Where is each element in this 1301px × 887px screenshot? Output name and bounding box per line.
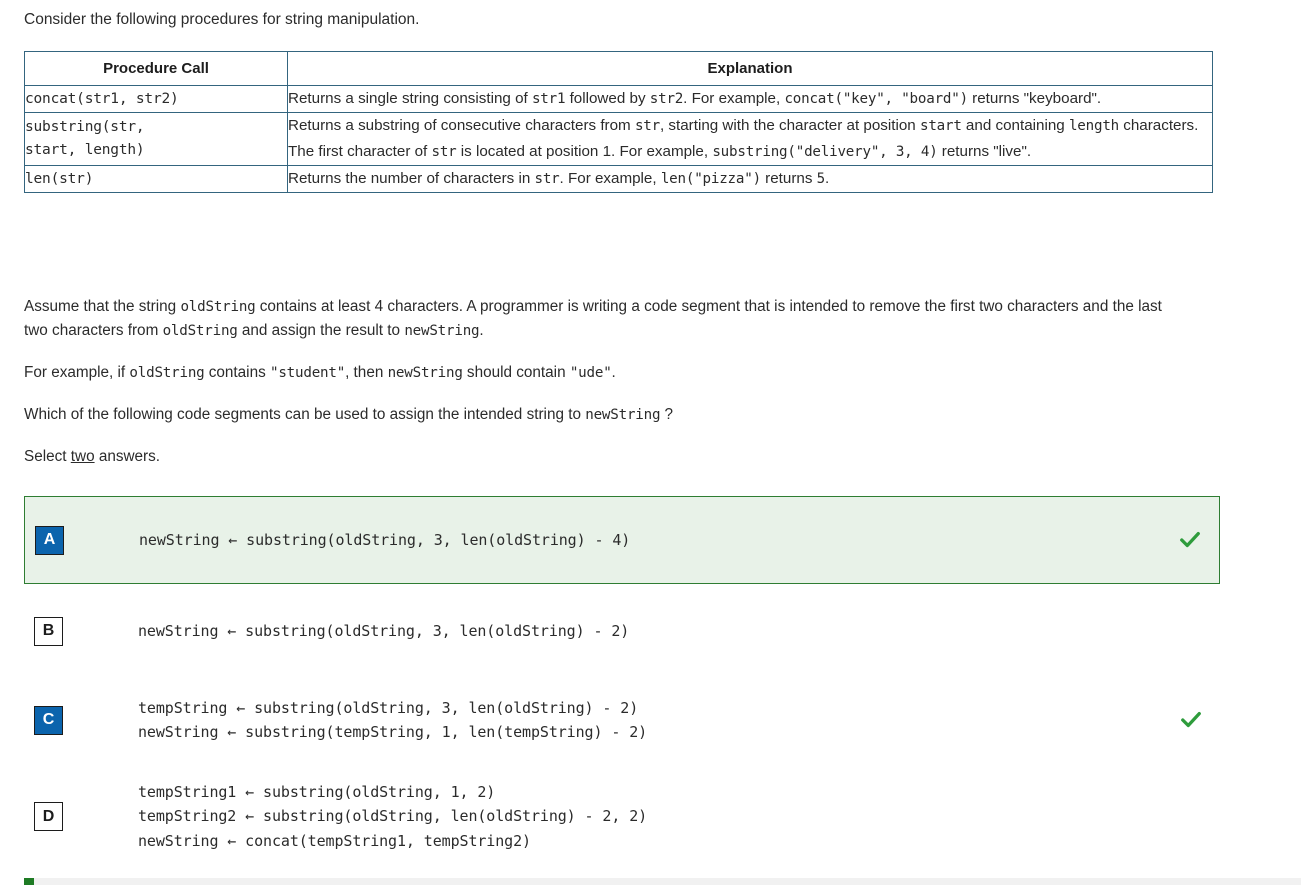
explanation-text: followed by [565,90,650,107]
explanation-text: , starting with the character at positio… [659,117,920,134]
select-text-2: answers. [94,448,161,465]
explanation-code: 5 [816,171,826,187]
question-page: Consider the following procedures for st… [0,0,1301,887]
choice-badge-a[interactable]: A [35,525,64,555]
explanation-text: Returns a single string consisting of [288,90,532,107]
answer-choice-b[interactable]: BnewString ← substring(oldString, 3, len… [24,604,1220,658]
choice-badge-c[interactable]: C [34,705,63,735]
explanation-code: len("pizza") [660,171,761,187]
explanation-cell: Returns a single string consisting of st… [287,85,1213,113]
question-prompt: Which of the following code segments can… [24,403,1184,427]
correct-check-icon [1181,711,1201,728]
example-code-2: "student" [269,365,346,381]
procedure-call-cell: concat(str1, str2) [24,85,288,113]
procedure-call-line: start, length) [25,142,145,158]
explanation-text: and containing [961,117,1069,134]
assume-text-1: Assume that the string [24,298,181,315]
explanation-code: str [634,118,660,134]
choice-code-b: newString ← substring(oldString, 3, len(… [138,621,630,640]
example-text-2: contains [204,364,270,381]
table-row: len(str) Returns the number of characters… [24,165,1213,193]
explanation-text: returns "keyboard". [967,90,1102,107]
explanation-code: str2 [649,91,684,107]
example-text-4: should contain [462,364,570,381]
question-code: newString [585,407,661,423]
table-header-row: Procedure Call Explanation [24,51,1213,86]
explanation-text: Returns the number of characters in [288,170,535,187]
explanation-cell: Returns a substring of consecutive chara… [287,112,1213,166]
assume-code-1: oldString [180,299,256,315]
choice-code-d: tempString1 ← substring(oldString, 1, 2)… [138,782,648,850]
correct-check-icon [1180,531,1200,548]
explanation-text: is located at position 1. For example, [456,143,713,160]
explanation-code: str1 [531,91,566,107]
procedure-call-line: substring(str, [25,119,145,135]
intro-text: Consider the following procedures for st… [24,11,420,28]
example-text-5: . [611,364,616,381]
procedure-call-cell: len(str) [24,165,288,193]
answer-choice-a[interactable]: AnewString ← substring(oldString, 3, len… [24,496,1220,584]
choice-badge-d[interactable]: D [34,802,63,831]
explanation-text: . For example, [683,90,785,107]
answer-choice-c[interactable]: CtempString ← substring(oldString, 3, le… [24,684,1220,756]
explanation-text: Returns a substring of consecutive chara… [288,117,635,134]
explanation-code: str [431,144,457,160]
explanation-cell: Returns the number of characters in str.… [287,165,1213,193]
example-paragraph: For example, if oldString contains "stud… [24,361,1184,385]
table-row: concat(str1, str2) Returns a single strin… [24,85,1213,113]
assume-text-4: . [479,322,484,339]
assume-code-3: newString [404,323,480,339]
column-header-procedure-call: Procedure Call [24,51,288,86]
select-text-1: Select [24,448,71,465]
question-text-2: ? [660,406,674,423]
table-row: substring(str, start, length) Returns a su… [24,112,1213,166]
explanation-code: concat("key", "board") [784,91,968,107]
answer-choice-d[interactable]: DtempString1 ← substring(oldString, 1, 2… [24,769,1220,864]
procedure-call-line: concat(str1, str2) [25,90,179,107]
explanation-code: length [1068,118,1120,134]
column-header-explanation: Explanation [287,51,1213,86]
procedures-table: Procedure Call Explanation concat(str1, … [24,51,1213,193]
choice-code-c: tempString ← substring(oldString, 3, len… [138,698,648,742]
explanation-text: . For example, [559,170,661,187]
explanation-text: . [825,170,830,187]
procedure-call-cell: substring(str, start, length) [24,112,288,166]
assume-code-2: oldString [162,323,238,339]
question-text-1: Which of the following code segments can… [24,406,586,423]
explanation-code: start [919,118,962,134]
example-code-1: oldString [129,365,205,381]
select-emphasis: two [70,448,95,465]
choice-badge-b[interactable]: B [34,616,63,646]
select-instruction: Select two answers. [24,445,1184,469]
explanation-text: returns [760,170,817,187]
progress-bar [24,878,1301,885]
explanation-code: substring("delivery", 3, 4) [712,144,938,160]
assume-text-3: and assign the result to [237,322,405,339]
choice-code-a: newString ← substring(oldString, 3, len(… [139,530,631,549]
example-text-1: For example, if [24,364,130,381]
example-code-4: "ude" [569,365,612,381]
assume-paragraph: Assume that the string oldString contain… [24,295,1184,343]
procedure-call-line: len(str) [25,170,94,187]
progress-bar-fill [24,878,34,885]
explanation-text: returns "live". [937,143,1032,160]
example-text-3: , then [345,364,388,381]
explanation-code: str [534,171,560,187]
example-code-3: newString [387,365,463,381]
